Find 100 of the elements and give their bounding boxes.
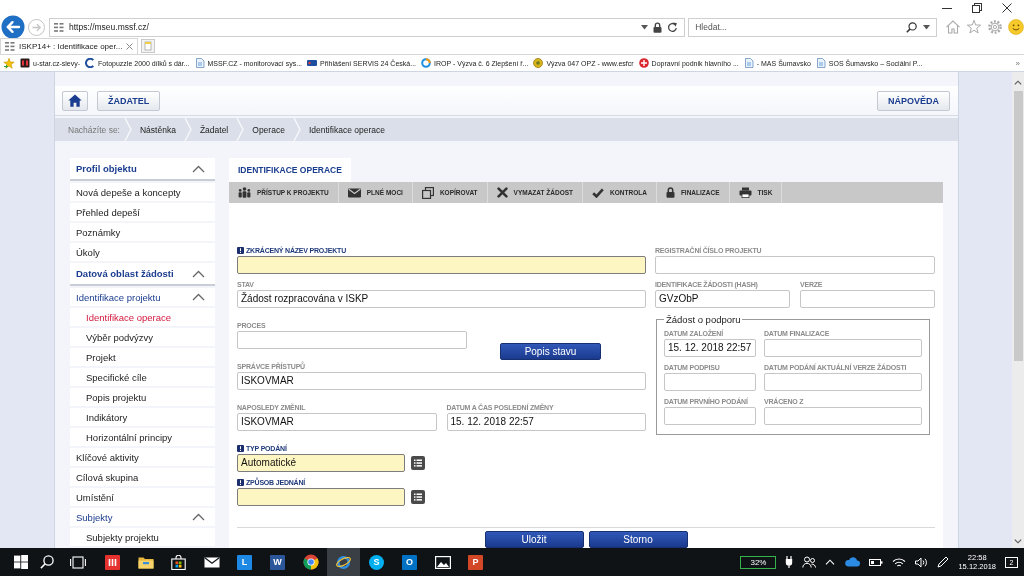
cancel-button[interactable]: Storno — [588, 531, 688, 548]
segmented-circle-icon — [302, 554, 319, 570]
back-icon[interactable] — [1, 15, 25, 39]
taskbar-button[interactable]: W — [261, 548, 294, 576]
help-button[interactable]: NÁPOVĚDA — [877, 90, 950, 111]
close-icon[interactable] — [1002, 2, 1012, 13]
breadcrumb-label: Nacházíte se: — [68, 124, 120, 135]
sidebar-item[interactable]: Profil objektu — [70, 158, 215, 181]
sidebar-item[interactable]: Identifikace operace — [70, 308, 215, 326]
status-description-button[interactable]: Popis stavu — [500, 343, 601, 360]
sidebar-item[interactable]: Identifikace projektu — [70, 288, 215, 306]
taskbar-button[interactable]: L — [228, 548, 261, 576]
sidebar-item[interactable]: Projekt — [70, 348, 215, 366]
sidebar-item[interactable]: Cílová skupina — [70, 468, 215, 486]
sidebar-item[interactable]: Horizontální principy — [70, 428, 215, 446]
sidebar-item[interactable]: Subjekty projektu — [70, 528, 215, 546]
sidebar-item[interactable]: Přehled depeší — [70, 203, 215, 221]
app-logo: S — [369, 554, 384, 570]
breadcrumb-link[interactable]: Žadatel — [191, 124, 237, 135]
folder-icon — [137, 555, 154, 569]
sidebar-item[interactable]: Specifické cíle — [70, 368, 215, 386]
text-field[interactable] — [764, 407, 922, 425]
lock-icon — [653, 21, 663, 33]
sidebar-item[interactable]: Subjekty — [70, 508, 215, 526]
battery-icon[interactable] — [869, 557, 884, 567]
address-field[interactable]: https://mseu.mssf.cz/ — [49, 17, 686, 37]
sidebar-item[interactable]: Nová depeše a koncepty — [70, 183, 215, 201]
search-field[interactable]: Hledat... — [688, 17, 937, 37]
sidebar-item[interactable]: Výběr podvýzvy — [70, 328, 215, 346]
pen-icon[interactable] — [937, 556, 950, 568]
star-icon[interactable] — [966, 19, 982, 35]
text-field[interactable] — [664, 407, 756, 425]
more-bookmarks-button[interactable]: » — [1015, 58, 1020, 68]
text-field[interactable]: 15. 12. 2018 22:57 — [446, 413, 646, 431]
check-icon — [592, 187, 605, 198]
page-icon — [194, 58, 205, 68]
text-field[interactable]: GVzObP — [655, 290, 790, 308]
group-title: Žádost o podporu — [665, 314, 742, 325]
sidebar-item[interactable]: Klíčové aktivity — [70, 448, 215, 466]
sidebar-item[interactable]: Umístění — [70, 488, 215, 506]
wifi-icon[interactable] — [892, 556, 907, 568]
select-field[interactable]: Automatické — [237, 454, 405, 472]
chevron-right-icon — [183, 118, 192, 141]
scroll-down-icon[interactable] — [1014, 539, 1022, 544]
sidebar-item[interactable]: Datová oblast žádosti — [70, 263, 215, 286]
people-icon[interactable] — [802, 556, 817, 568]
search-icon[interactable] — [906, 21, 917, 33]
sidebar-item[interactable]: Indikátory — [70, 408, 215, 426]
battery-indicator[interactable]: 32% — [740, 555, 777, 569]
section-button[interactable]: ŽADATEL — [97, 90, 161, 111]
caret-icon[interactable] — [641, 24, 649, 30]
cloud-icon[interactable] — [844, 557, 861, 567]
sidebar-item[interactable]: Úkoly — [70, 243, 215, 261]
panel-tab[interactable]: IDENTIFIKACE OPERACE — [229, 158, 351, 182]
x-mark-icon — [496, 187, 508, 198]
app-logo: L — [237, 554, 252, 570]
list-icon[interactable] — [411, 456, 425, 470]
required-icon — [237, 247, 244, 254]
house-icon — [68, 94, 82, 107]
sidebar-item[interactable]: Poznámky — [70, 223, 215, 241]
favorites-star-icon[interactable] — [3, 57, 15, 69]
text-field[interactable] — [800, 290, 935, 308]
sidebar-item[interactable]: Popis projektu — [70, 388, 215, 406]
lock-icon — [665, 187, 675, 198]
taskbar-button[interactable]: O — [393, 548, 426, 576]
orbit-icon — [335, 554, 352, 570]
scrollbar[interactable] — [1012, 72, 1024, 548]
text-field[interactable] — [664, 373, 756, 391]
text-field[interactable]: 15. 12. 2018 22:57 — [664, 339, 756, 357]
breadcrumb-link[interactable]: Operace — [244, 124, 293, 135]
restore-icon[interactable] — [972, 2, 982, 13]
scrollbar-thumb[interactable] — [1013, 91, 1023, 361]
smiley-icon[interactable] — [1008, 19, 1024, 35]
app-logo: W — [270, 554, 285, 570]
select-field[interactable] — [237, 488, 405, 506]
scroll-up-icon[interactable] — [1014, 80, 1022, 85]
badge-logo-icon — [307, 58, 318, 68]
taskbar-button[interactable]: P — [459, 548, 492, 576]
text-field[interactable] — [237, 256, 646, 274]
list-icon[interactable] — [411, 490, 425, 504]
text-field[interactable]: ISKOVMAR — [237, 372, 646, 390]
breadcrumb-link[interactable]: Nástěnka — [132, 124, 184, 135]
shopping-bag-icon — [171, 554, 186, 570]
breadcrumb-link[interactable]: Identifikace operace — [300, 124, 393, 135]
text-field[interactable]: ISKOVMAR — [237, 413, 437, 431]
caret-icon[interactable] — [923, 24, 930, 30]
search-icon[interactable] — [40, 555, 54, 569]
windows-logo-icon[interactable] — [14, 555, 28, 569]
volume-icon[interactable] — [915, 556, 929, 568]
text-field[interactable] — [764, 339, 922, 357]
home-button[interactable] — [62, 90, 88, 111]
envelope-icon — [203, 556, 220, 568]
text-field[interactable] — [655, 256, 935, 274]
refresh-icon[interactable] — [667, 21, 679, 33]
text-field[interactable] — [237, 331, 467, 349]
browser-tab[interactable]: ISKP14+ : Identifikace oper... — [0, 38, 139, 54]
task-view-icon[interactable] — [70, 555, 86, 569]
text-field[interactable] — [764, 373, 922, 391]
text-field[interactable]: Žádost rozpracována v ISKP — [237, 290, 646, 308]
save-button[interactable]: Uložit — [484, 531, 584, 548]
